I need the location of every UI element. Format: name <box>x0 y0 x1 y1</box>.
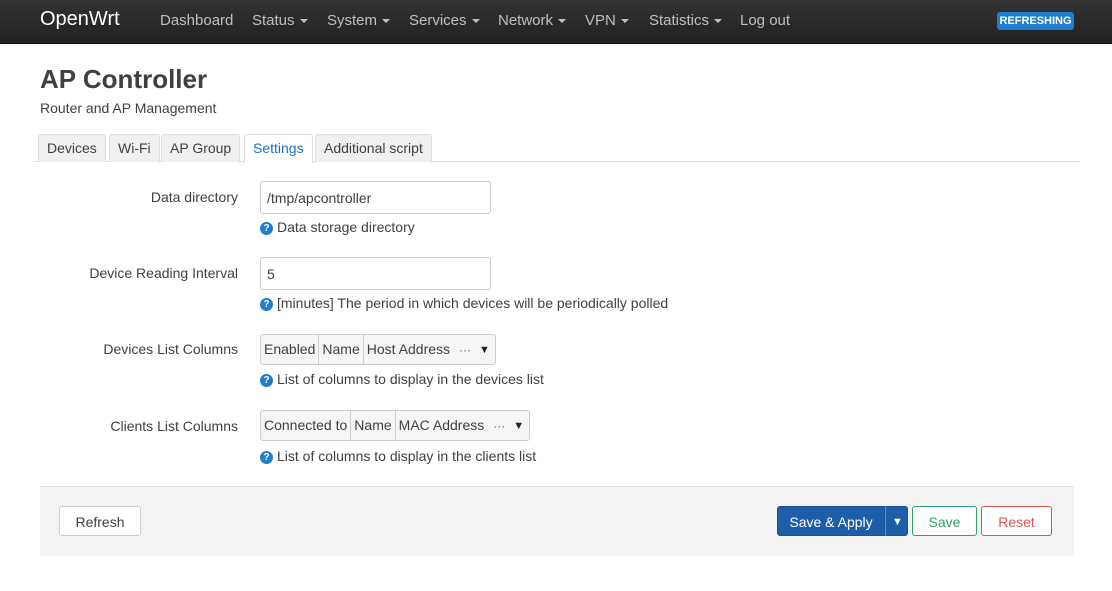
status-badge[interactable]: REFRESHING <box>997 12 1074 30</box>
nav-status[interactable]: Status <box>252 12 308 29</box>
help-icon: ? <box>260 451 273 464</box>
data-directory-help: ? Data storage directory <box>260 219 415 235</box>
page-title: AP Controller <box>40 64 208 94</box>
help-icon: ? <box>260 222 273 235</box>
form-actions-bar: Refresh Save & Apply ▼ Save Reset <box>40 486 1074 556</box>
nav-network[interactable]: Network <box>498 12 567 29</box>
save-button[interactable]: Save <box>912 506 977 536</box>
help-icon: ? <box>260 374 273 387</box>
help-icon: ? <box>260 298 273 311</box>
more-ellipsis-icon: ··· <box>459 342 472 357</box>
selected-chip: Name <box>351 411 396 440</box>
dropdown-arrow-icon: ▼ <box>479 343 490 356</box>
clients-columns-help-text: List of columns to display in the client… <box>277 448 537 464</box>
devices-columns-help: ? List of columns to display in the devic… <box>260 371 544 387</box>
nav-dashboard[interactable]: Dashboard <box>160 12 233 29</box>
nav-dashboard-label: Dashboard <box>160 12 234 29</box>
save-apply-button[interactable]: Save & Apply <box>777 506 885 536</box>
devices-columns-select[interactable]: Enabled Name Host Address ··· ▼ <box>260 334 496 365</box>
caret-down-icon <box>714 19 723 24</box>
clients-columns-label: Clients List Columns <box>110 418 238 434</box>
nav-statistics-label: Statistics <box>649 12 710 29</box>
dropdown-arrow-icon: ▼ <box>513 419 525 432</box>
reading-interval-input[interactable] <box>260 257 491 290</box>
caret-down-icon <box>620 19 629 24</box>
clients-columns-help: ? List of columns to display in the clien… <box>260 448 536 464</box>
save-apply-dropdown-icon[interactable]: ▼ <box>885 506 908 536</box>
caret-down-icon <box>299 19 308 24</box>
nav-system-label: System <box>327 12 378 29</box>
data-directory-help-text: Data storage directory <box>277 219 415 235</box>
nav-status-label: Status <box>252 12 295 29</box>
tab-ap-group[interactable]: AP Group <box>161 134 241 162</box>
tab-settings[interactable]: Settings <box>244 134 313 163</box>
data-directory-input[interactable] <box>260 181 491 214</box>
top-navbar: OpenWrt Dashboard Status System Services… <box>0 0 1112 44</box>
nav-vpn[interactable]: VPN <box>585 12 629 29</box>
refresh-button[interactable]: Refresh <box>59 506 141 536</box>
reading-interval-help: ? [minutes] The period in which devices w… <box>260 295 668 311</box>
selected-chip: MAC Address <box>398 417 485 433</box>
tab-additional-script[interactable]: Additional script <box>315 134 432 162</box>
nav-system[interactable]: System <box>327 12 391 29</box>
caret-down-icon <box>471 19 480 24</box>
nav-vpn-label: VPN <box>585 12 616 29</box>
tab-devices[interactable]: Devices <box>38 134 106 162</box>
data-directory-label: Data directory <box>150 189 238 205</box>
selected-chip: Connected to <box>261 411 352 440</box>
page-description: Router and AP Management <box>40 100 217 116</box>
devices-columns-help-text: List of columns to display in the device… <box>277 371 544 387</box>
nav-statistics[interactable]: Statistics <box>649 12 723 29</box>
nav-services-label: Services <box>409 12 467 29</box>
nav-logout-label: Log out <box>740 12 791 29</box>
brand-logo[interactable]: OpenWrt <box>40 8 120 31</box>
caret-down-icon <box>558 19 567 24</box>
more-ellipsis-icon: ··· <box>493 418 506 433</box>
devices-columns-label: Devices List Columns <box>103 341 238 357</box>
tab-wifi[interactable]: Wi-Fi <box>109 134 160 162</box>
nav-services[interactable]: Services <box>409 12 480 29</box>
selected-chip: Name <box>319 335 364 364</box>
caret-down-icon <box>382 19 391 24</box>
nav-network-label: Network <box>498 12 554 29</box>
selected-chip: Host Address <box>366 341 451 357</box>
reset-button[interactable]: Reset <box>981 506 1052 536</box>
nav-logout[interactable]: Log out <box>740 12 790 29</box>
reading-interval-label: Device Reading Interval <box>89 265 238 281</box>
clients-columns-select[interactable]: Connected to Name MAC Address ··· ▼ <box>260 410 531 441</box>
reading-interval-help-text: [minutes] The period in which devices wi… <box>277 295 669 311</box>
selected-chip: Enabled <box>261 335 320 364</box>
